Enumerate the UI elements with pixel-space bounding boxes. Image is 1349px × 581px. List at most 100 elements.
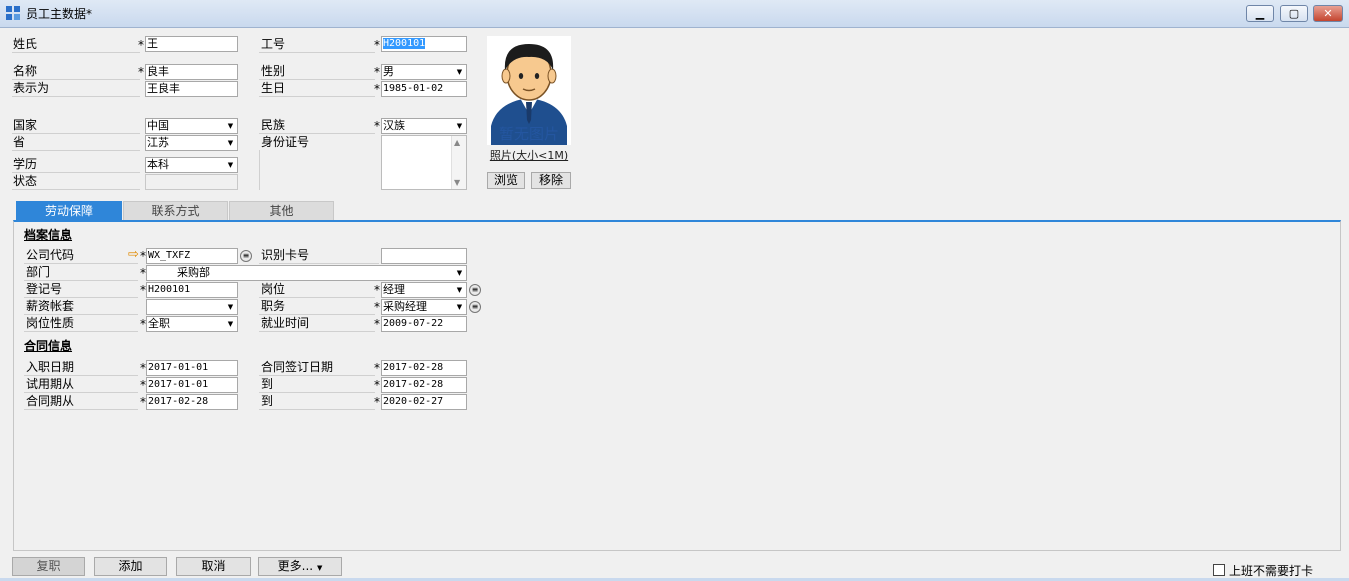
dept-select[interactable]: 采购部 ▼ [146,265,467,281]
posttype-value: 全职 [148,317,170,330]
rehire-button[interactable]: 复职 [12,557,85,576]
contract-from-field[interactable]: 2017-02-28 [146,394,238,410]
no-photo-text: 暂无图片 [498,125,559,143]
chevron-down-icon: ▼ [316,564,323,572]
chevron-down-icon: ▼ [227,161,234,169]
company-field[interactable]: WX_TXFZ [146,248,238,264]
surname-label: 姓氏 [13,37,38,51]
maximize-button[interactable]: ▢ [1280,5,1308,22]
ethnic-label: 民族 [261,118,286,132]
post-value: 经理 [383,283,405,296]
post-select[interactable]: 经理 ▼ [381,282,467,298]
divider [12,150,140,151]
reg-field[interactable]: H200101 [146,282,238,298]
divider [259,52,375,53]
idcard-textarea[interactable]: ▲ ▼ [381,135,467,190]
education-value: 本科 [147,158,169,171]
status-label: 状态 [13,174,38,188]
dept-value: 采购部 [177,266,210,279]
chevron-up-icon: ▲ [454,138,461,147]
more-button[interactable]: 更多... ▼ [258,557,342,576]
photo-size-link[interactable]: 照片(大小<1M) [487,147,571,163]
name-field[interactable]: 良丰 [145,64,238,80]
list-icon[interactable]: ≡ [469,284,481,296]
workdate-field[interactable]: 2009-07-22 [381,316,467,332]
arrow-right-icon[interactable]: ⇨ [128,247,139,263]
minimize-button[interactable]: ▁ [1246,5,1274,22]
sign-date-field[interactable]: 2017-02-28 [381,360,467,376]
list-icon[interactable]: ≡ [240,250,252,262]
salary-select[interactable]: ▼ [146,299,238,315]
gender-label: 性别 [261,64,286,78]
contract-to-label: 到 [261,394,274,408]
reg-label: 登记号 [26,282,63,296]
chevron-down-icon: ▼ [456,68,463,76]
divider [259,392,375,393]
required-mark: * [374,283,380,297]
required-mark: * [374,38,380,52]
country-select[interactable]: 中国 ▼ [145,118,238,134]
chevron-down-icon: ▼ [456,269,463,277]
contract-period-label: 合同期从 [26,394,75,408]
scrollbar[interactable]: ▲ ▼ [451,136,466,189]
duty-select[interactable]: 采购经理 ▼ [381,299,467,315]
app-icon [6,6,21,21]
window-title: 员工主数据* [26,7,93,21]
list-icon[interactable]: ≡ [469,301,481,313]
tab-labor-security[interactable]: 劳动保障 [16,201,122,220]
title-bar [0,0,1349,28]
chevron-down-icon: ▼ [456,122,463,130]
required-mark: * [374,300,380,314]
contract-to-field[interactable]: 2020-02-27 [381,394,467,410]
probation-to-label: 到 [261,377,274,391]
display-field[interactable]: 王良丰 [145,81,238,97]
chevron-down-icon: ▼ [227,320,234,328]
close-button[interactable]: ✕ [1313,5,1343,22]
no-clock-checkbox[interactable] [1213,564,1225,576]
dept-label: 部门 [26,265,51,279]
divider [259,331,375,332]
workdate-label: 就业时间 [261,316,310,330]
probation-from-field[interactable]: 2017-01-01 [146,377,238,393]
archive-section-title: 档案信息 [24,228,73,242]
education-select[interactable]: 本科 ▼ [145,157,238,173]
probation-label: 试用期从 [26,377,75,391]
birth-field[interactable]: 1985-01-02 [381,81,467,97]
chevron-down-icon: ▼ [227,122,234,130]
chevron-down-icon: ▼ [456,303,463,311]
idcard-label: 身份证号 [261,135,310,149]
idcardno-field[interactable] [381,248,467,264]
empno-field[interactable]: H200101 [381,36,467,52]
surname-field[interactable]: 王 [145,36,238,52]
tab-other[interactable]: 其他 [229,201,334,220]
posttype-label: 岗位性质 [26,316,75,330]
divider [24,331,138,332]
empno-value: H200101 [383,38,426,49]
divider [259,263,379,264]
divider [259,150,260,190]
add-button[interactable]: 添加 [94,557,167,576]
divider [259,96,375,97]
required-mark: * [374,82,380,96]
province-value: 江苏 [147,136,169,149]
no-clock-label: 上班不需要打卡 [1229,564,1314,578]
chevron-down-icon: ▼ [454,178,461,187]
posttype-select[interactable]: 全职 ▼ [146,316,238,332]
divider [12,189,140,190]
gender-select[interactable]: 男 ▼ [381,64,467,80]
cancel-button[interactable]: 取消 [176,557,251,576]
chevron-down-icon: ▼ [227,139,234,147]
browse-button[interactable]: 浏览 [487,172,525,189]
entry-date-field[interactable]: 2017-01-01 [146,360,238,376]
name-label: 名称 [13,64,38,78]
status-field [145,174,238,190]
duty-value: 采购经理 [383,300,427,313]
remove-button[interactable]: 移除 [531,172,571,189]
probation-to-field[interactable]: 2017-02-28 [381,377,467,393]
chevron-down-icon: ▼ [456,286,463,294]
duty-label: 职务 [261,299,286,313]
province-select[interactable]: 江苏 ▼ [145,135,238,151]
tab-contact[interactable]: 联系方式 [123,201,228,220]
ethnic-select[interactable]: 汉族 ▼ [381,118,467,134]
required-mark: * [374,378,380,392]
